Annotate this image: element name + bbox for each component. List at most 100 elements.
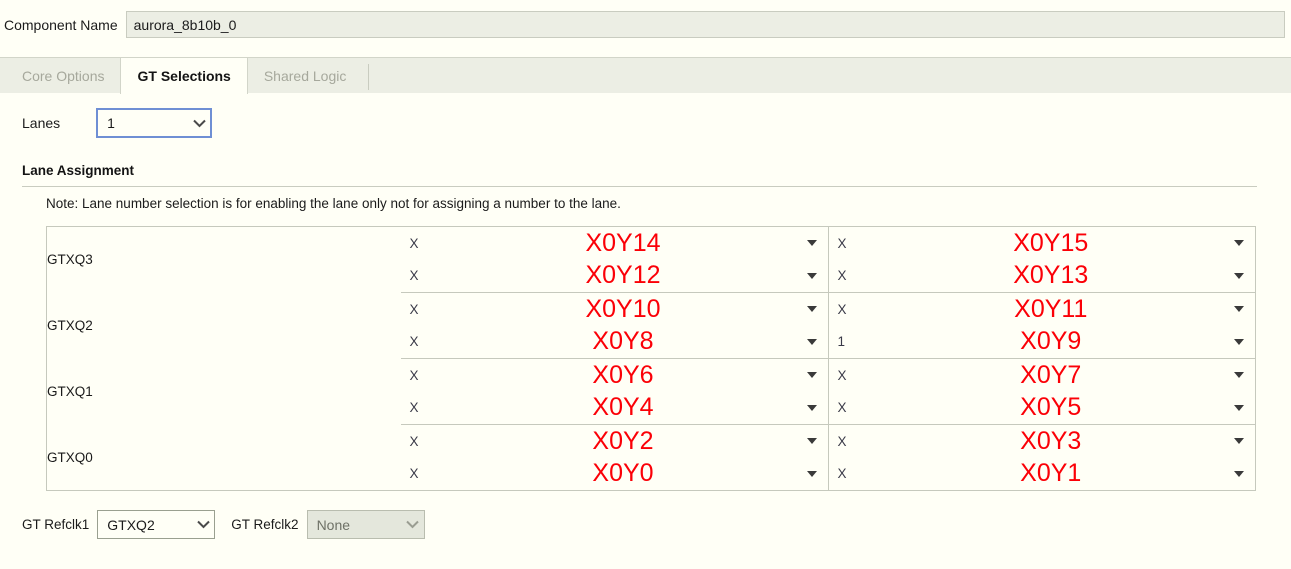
table-row: GTXQ2 X X0Y10 X X0Y11 bbox=[46, 292, 1256, 359]
lane-slot-cell[interactable]: X X0Y6 bbox=[400, 358, 828, 392]
lane-slot-cell[interactable]: X X0Y12 bbox=[400, 259, 828, 293]
quad-label-cell: GTXQ1 bbox=[46, 358, 401, 425]
lane-enable-marker: X bbox=[409, 466, 419, 482]
lane-slot-cell[interactable]: X X0Y10 bbox=[400, 292, 828, 326]
lane-enable-marker: X bbox=[837, 400, 847, 416]
lane-enable-marker: 1 bbox=[837, 334, 846, 350]
lane-site-value: X0Y3 bbox=[1020, 426, 1082, 455]
lanes-select[interactable]: 1 bbox=[96, 108, 213, 138]
lane-site-value: X0Y12 bbox=[585, 261, 661, 290]
tab-gt-selections[interactable]: GT Selections bbox=[120, 58, 248, 94]
triangle-down-icon[interactable] bbox=[1234, 404, 1244, 411]
tab-core-options-label: Core Options bbox=[22, 68, 105, 84]
triangle-down-icon[interactable] bbox=[806, 338, 817, 345]
chevron-down-icon bbox=[402, 511, 424, 538]
quad-label-cell: GTXQ3 bbox=[46, 226, 401, 293]
quad-label-cell: GTXQ0 bbox=[46, 424, 401, 491]
lane-slot-cell[interactable]: X X0Y0 bbox=[400, 457, 828, 491]
quad-label-cell: GTXQ2 bbox=[46, 292, 401, 359]
lane-enable-marker: X bbox=[409, 268, 419, 284]
tab-shared-logic-label: Shared Logic bbox=[263, 68, 347, 84]
lane-slot-cell[interactable]: X X0Y8 bbox=[400, 325, 828, 359]
lanes-select-value: 1 bbox=[107, 115, 115, 131]
lane-enable-marker: X bbox=[409, 400, 419, 416]
lane-site-value: X0Y14 bbox=[585, 228, 661, 257]
triangle-down-icon[interactable] bbox=[806, 240, 817, 247]
lane-site-value: X0Y8 bbox=[592, 327, 654, 356]
lane-enable-marker: X bbox=[409, 301, 419, 317]
triangle-down-icon[interactable] bbox=[1234, 470, 1244, 477]
lane-site-value: X0Y6 bbox=[592, 360, 654, 389]
lane-site-value: X0Y5 bbox=[1020, 393, 1082, 422]
chevron-down-icon bbox=[192, 511, 214, 538]
lane-assignment-table: GTXQ3 X X0Y14 X X0Y15 X X0Y12 X X0Y13 GTXQ2 X X0Y10… bbox=[46, 226, 1256, 491]
triangle-down-icon[interactable] bbox=[806, 372, 817, 379]
table-row: GTXQ0 X X0Y2 X X0Y3 bbox=[46, 424, 1256, 491]
gt-refclk1-value: GTXQ2 bbox=[107, 516, 155, 533]
lane-site-value: X0Y10 bbox=[585, 294, 661, 323]
lane-slot-cell[interactable]: X X0Y13 bbox=[827, 259, 1256, 293]
component-name-row: Component Name aurora_8b10b_0 bbox=[0, 10, 1285, 39]
tab-divider bbox=[368, 64, 370, 90]
section-divider bbox=[22, 186, 1257, 187]
lane-site-value: X0Y0 bbox=[592, 459, 654, 488]
gt-refclk2-value: None bbox=[316, 516, 351, 533]
triangle-down-icon[interactable] bbox=[806, 404, 817, 411]
lane-site-value: X0Y15 bbox=[1013, 228, 1089, 257]
lane-slot-cell[interactable]: X X0Y4 bbox=[400, 391, 828, 425]
lane-site-value: X0Y13 bbox=[1013, 261, 1089, 290]
refclk-row: GT Refclk1 GTXQ2 GT Refclk2 None bbox=[22, 510, 425, 539]
triangle-down-icon[interactable] bbox=[1234, 438, 1244, 445]
lane-slot-cell[interactable]: X X0Y3 bbox=[827, 424, 1256, 458]
lanes-row: Lanes 1 bbox=[22, 108, 213, 138]
tab-gt-selections-label: GT Selections bbox=[137, 68, 231, 84]
triangle-down-icon[interactable] bbox=[1234, 338, 1244, 345]
lane-enable-marker: X bbox=[837, 268, 847, 284]
lane-enable-marker: X bbox=[837, 466, 847, 482]
triangle-down-icon[interactable] bbox=[806, 438, 817, 445]
tab-core-options[interactable]: Core Options bbox=[6, 58, 120, 94]
table-row: GTXQ3 X X0Y14 X X0Y15 bbox=[46, 226, 1256, 293]
lane-enable-marker: X bbox=[409, 334, 419, 350]
gt-selections-panel: Component Name aurora_8b10b_0 Core Optio… bbox=[0, 0, 1291, 569]
lane-enable-marker: X bbox=[837, 301, 847, 317]
triangle-down-icon[interactable] bbox=[1234, 240, 1244, 247]
table-row: GTXQ1 X X0Y6 X X0Y7 bbox=[46, 358, 1256, 425]
lane-slot-cell[interactable]: X X0Y11 bbox=[827, 292, 1256, 326]
lane-enable-marker: X bbox=[837, 235, 847, 251]
chevron-down-icon bbox=[188, 110, 210, 136]
tab-shared-logic[interactable]: Shared Logic bbox=[248, 58, 363, 94]
lane-enable-marker: X bbox=[837, 367, 847, 383]
lane-assignment-heading: Lane Assignment bbox=[22, 163, 135, 178]
lane-site-value: X0Y7 bbox=[1020, 360, 1082, 389]
lane-site-value: X0Y1 bbox=[1020, 459, 1082, 488]
triangle-down-icon[interactable] bbox=[1234, 372, 1244, 379]
lane-assignment-note: Note: Lane number selection is for enabl… bbox=[46, 196, 621, 211]
lane-site-value: X0Y11 bbox=[1014, 294, 1088, 323]
gt-refclk1-select[interactable]: GTXQ2 bbox=[97, 510, 216, 539]
lane-enable-marker: X bbox=[837, 433, 847, 449]
lane-slot-cell[interactable]: X X0Y1 bbox=[827, 457, 1256, 491]
triangle-down-icon[interactable] bbox=[1234, 306, 1244, 313]
triangle-down-icon[interactable] bbox=[806, 306, 817, 313]
lanes-label: Lanes bbox=[22, 115, 61, 131]
lane-slot-cell[interactable]: X X0Y7 bbox=[827, 358, 1256, 392]
triangle-down-icon[interactable] bbox=[1234, 272, 1244, 279]
lane-enable-marker: X bbox=[409, 235, 419, 251]
gt-refclk2-label: GT Refclk2 bbox=[231, 517, 299, 532]
lane-slot-cell[interactable]: 1 X0Y9 bbox=[827, 325, 1256, 359]
lane-slot-cell[interactable]: X X0Y2 bbox=[400, 424, 828, 458]
lane-slot-cell[interactable]: X X0Y14 bbox=[400, 226, 828, 260]
gt-refclk1-label: GT Refclk1 bbox=[22, 517, 90, 532]
lane-slot-cell[interactable]: X X0Y15 bbox=[827, 226, 1256, 260]
component-name-label: Component Name bbox=[4, 16, 118, 33]
triangle-down-icon[interactable] bbox=[806, 272, 817, 279]
component-name-input[interactable]: aurora_8b10b_0 bbox=[125, 11, 1285, 38]
lane-site-value: X0Y2 bbox=[592, 426, 654, 455]
lane-slot-cell[interactable]: X X0Y5 bbox=[827, 391, 1256, 425]
lane-site-value: X0Y9 bbox=[1020, 327, 1082, 356]
gt-refclk2-select[interactable]: None bbox=[306, 510, 425, 539]
tab-strip: Core Options GT Selections Shared Logic bbox=[0, 57, 1291, 94]
triangle-down-icon[interactable] bbox=[806, 470, 817, 477]
lane-enable-marker: X bbox=[409, 433, 419, 449]
